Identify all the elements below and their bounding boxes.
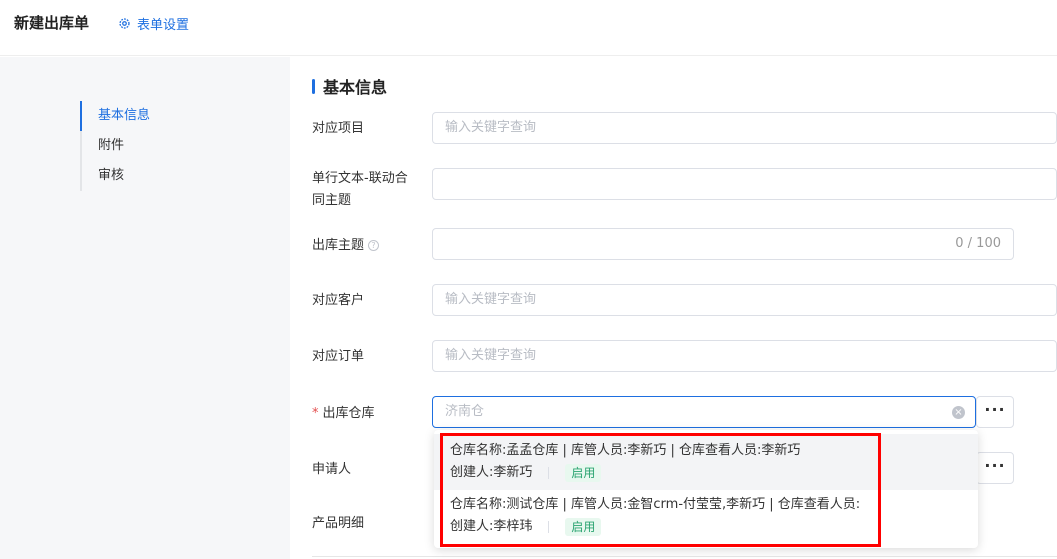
order-label: 对应订单 <box>312 349 365 364</box>
applicant-more-button[interactable]: ··· <box>976 452 1014 484</box>
page-header: 新建出库单 表单设置 <box>0 0 1057 56</box>
linked-text-input[interactable] <box>432 168 1057 200</box>
separator <box>548 521 550 533</box>
divider <box>312 556 1057 557</box>
separator <box>548 467 550 479</box>
customer-input[interactable]: 输入关键字查询 <box>432 284 1057 316</box>
section-title-bar <box>312 78 315 94</box>
warehouse-more-button[interactable]: ··· <box>976 396 1014 428</box>
warehouse-option-creator: 创建人:李梓玮 <box>450 519 533 534</box>
warehouse-option-meta: 创建人:李梓玮 启用 <box>450 516 962 538</box>
warehouse-input-text: 济南仓 <box>445 404 485 419</box>
subject-label-text: 出库主题 <box>312 238 365 253</box>
warehouse-option-info: 仓库名称:测试仓库 | 库管人员:金智crm-付莹莹,李新巧 | 仓库查看人员: <box>450 497 861 512</box>
product-detail-label: 产品明细 <box>312 516 365 531</box>
order-input[interactable]: 输入关键字查询 <box>432 340 1057 372</box>
warehouse-label: * 出库仓库 <box>312 403 375 425</box>
form-settings-label: 表单设置 <box>137 18 190 33</box>
anchor-item-approval[interactable]: 审核 <box>80 161 150 191</box>
warehouse-label-text: 出库仓库 <box>322 406 375 421</box>
linked-text-label-line1: 单行文本-联动合 <box>312 171 408 186</box>
applicant-label: 申请人 <box>312 462 352 477</box>
project-input[interactable]: 输入关键字查询 <box>432 112 1057 144</box>
project-placeholder: 输入关键字查询 <box>445 120 537 135</box>
anchor-nav: 基本信息 附件 审核 <box>80 101 150 191</box>
page-title: 新建出库单 <box>14 14 90 32</box>
required-mark: * <box>312 406 319 421</box>
status-badge: 启用 <box>565 518 602 536</box>
linked-text-label-line2: 同主题 <box>312 193 352 208</box>
warehouse-option-creator: 创建人:李新巧 <box>450 465 533 480</box>
anchor-item-attachments[interactable]: 附件 <box>80 131 150 161</box>
warehouse-option[interactable]: 仓库名称:测试仓库 | 库管人员:金智crm-付莹莹,李新巧 | 仓库查看人员:… <box>434 488 978 544</box>
status-badge: 启用 <box>565 464 602 482</box>
form-settings-link[interactable]: 表单设置 <box>118 14 189 33</box>
customer-placeholder: 输入关键字查询 <box>445 292 537 307</box>
warehouse-option-meta: 创建人:李新巧 启用 <box>450 462 962 484</box>
subject-input[interactable]: 0 / 100 <box>432 228 1014 260</box>
order-placeholder: 输入关键字查询 <box>445 348 537 363</box>
warehouse-option[interactable]: 仓库名称:孟孟仓库 | 库管人员:李新巧 | 仓库查看人员:李新巧 创建人:李新… <box>434 434 978 490</box>
warehouse-search-input[interactable]: 济南仓 × <box>432 396 976 428</box>
warehouse-option-info: 仓库名称:孟孟仓库 | 库管人员:李新巧 | 仓库查看人员:李新巧 <box>450 443 801 458</box>
anchor-item-basic-info[interactable]: 基本信息 <box>80 101 150 131</box>
question-icon[interactable]: ? <box>368 240 380 251</box>
project-label: 对应项目 <box>312 121 365 136</box>
section-title: 基本信息 <box>312 74 387 98</box>
customer-label: 对应客户 <box>312 293 365 308</box>
warehouse-dropdown: 仓库名称:孟孟仓库 | 库管人员:李新巧 | 仓库查看人员:李新巧 创建人:李新… <box>434 430 978 548</box>
clear-icon[interactable]: × <box>952 406 965 419</box>
linked-text-label: 单行文本-联动合 同主题 <box>312 168 408 212</box>
subject-char-count: 0 / 100 <box>955 236 1001 251</box>
subject-label: 出库主题? <box>312 235 380 257</box>
section-title-text: 基本信息 <box>323 78 388 97</box>
gear-icon <box>119 18 130 29</box>
